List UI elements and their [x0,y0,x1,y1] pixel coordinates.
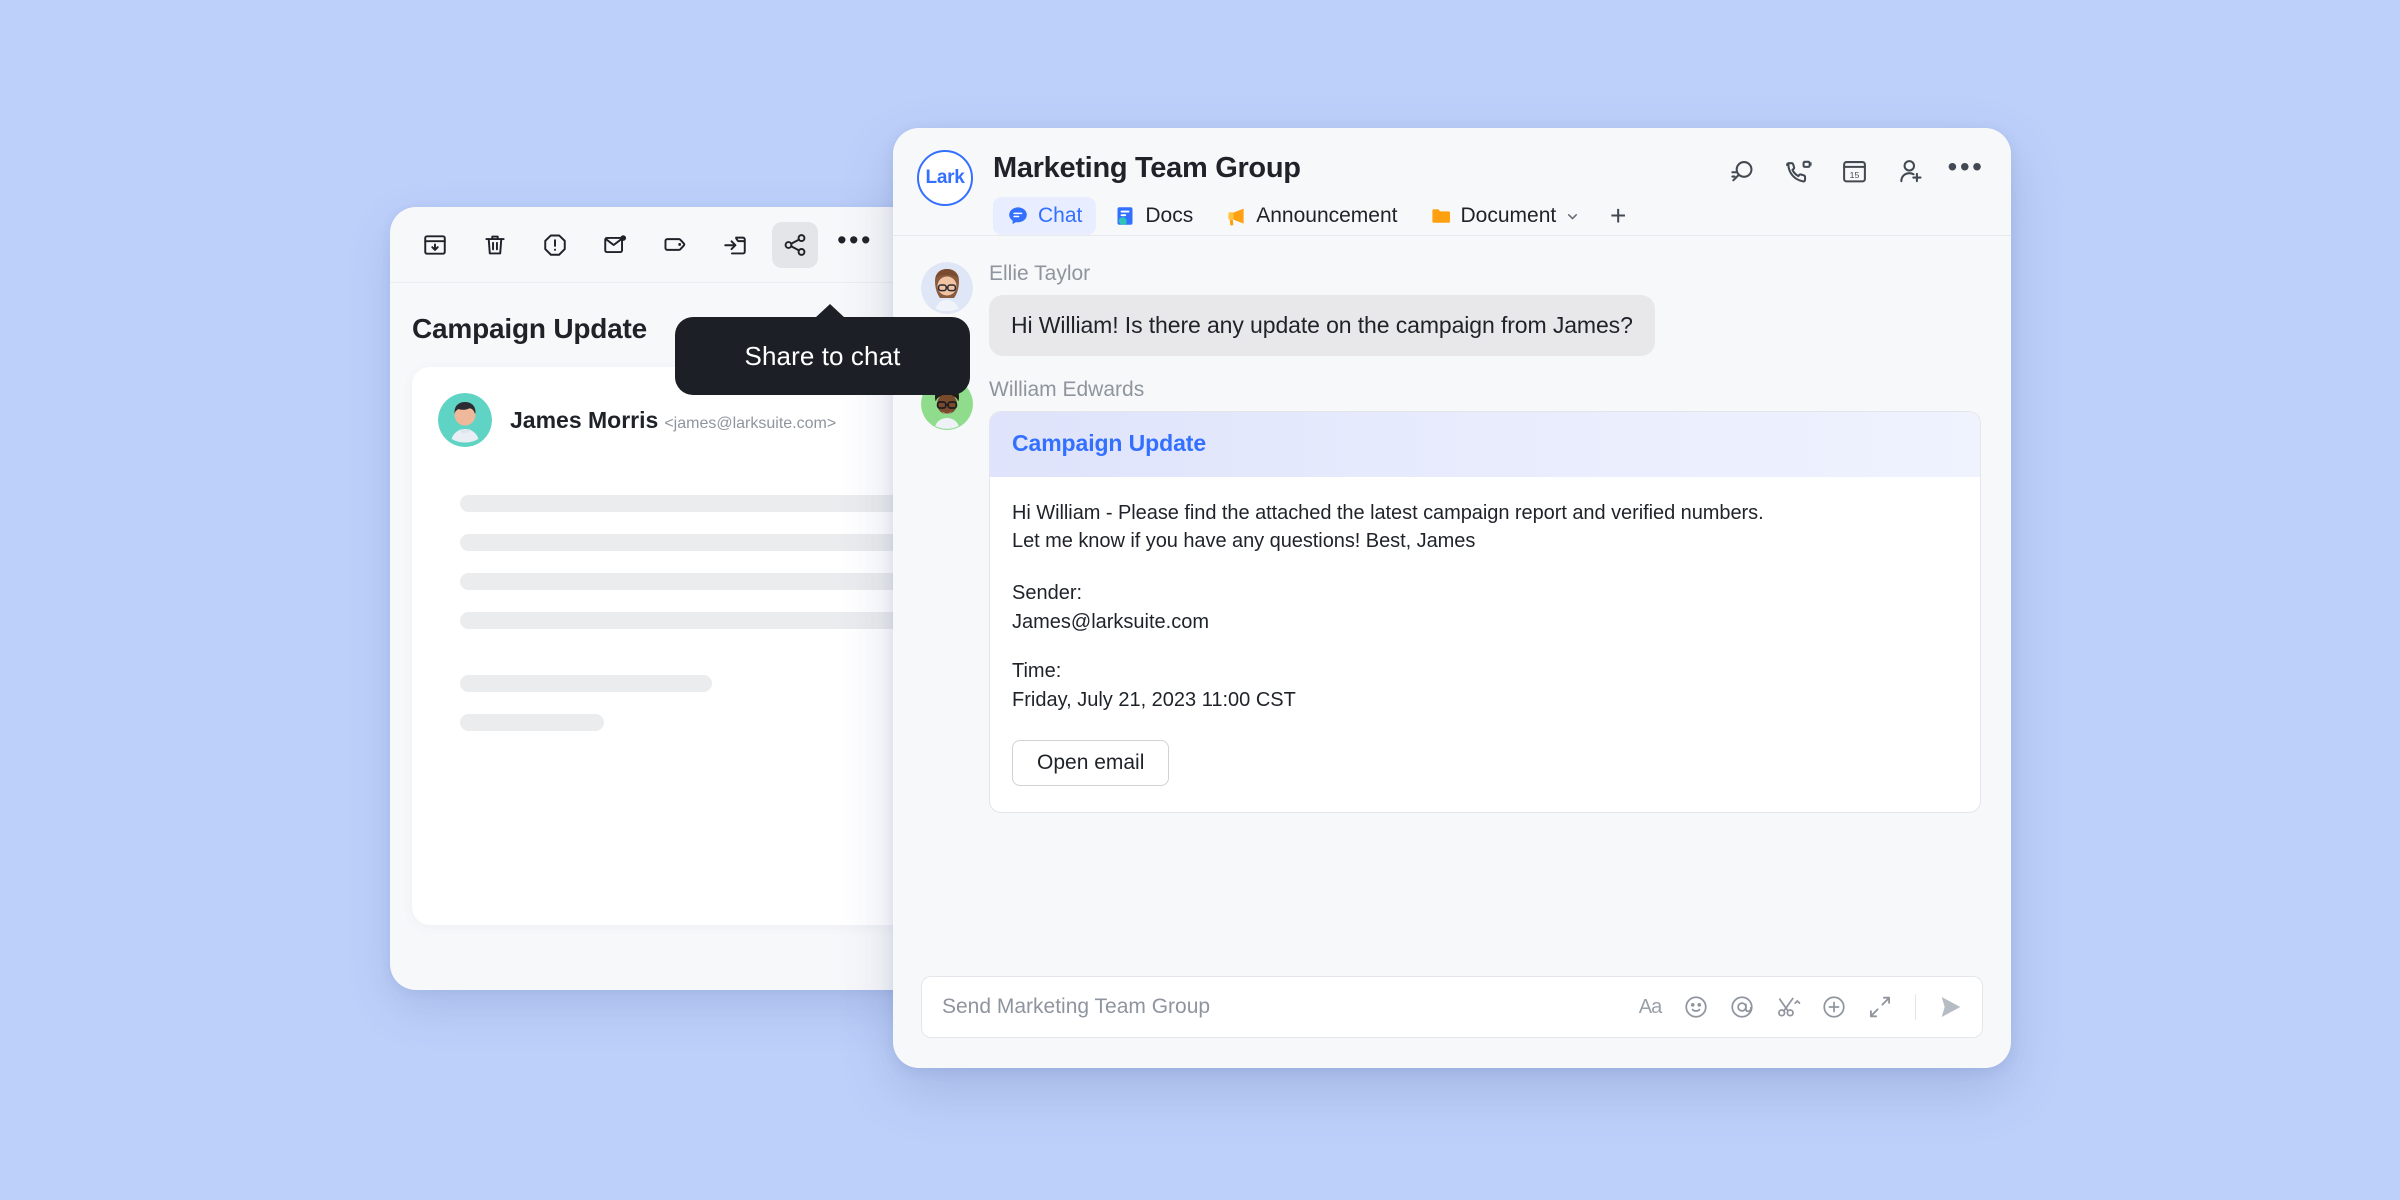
message-bubble: Hi William! Is there any update on the c… [989,295,1655,356]
composer-divider [1915,994,1916,1020]
report-spam-button[interactable] [532,222,578,268]
card-body-line-1: Hi William - Please find the attached th… [1012,502,1764,524]
move-to-folder-button[interactable] [712,222,758,268]
archive-button[interactable] [412,222,458,268]
ellie-avatar[interactable] [921,262,973,314]
add-member-icon[interactable] [1893,154,1927,188]
card-header: Campaign Update [990,412,1980,477]
message-input[interactable]: Send Marketing Team Group [942,995,1635,1019]
emoji-icon[interactable] [1681,992,1711,1022]
mention-icon[interactable] [1727,992,1757,1022]
email-attachment-card[interactable]: Campaign Update Hi William - Please find… [989,411,1981,813]
add-attachment-icon[interactable] [1819,992,1849,1022]
message-list: Ellie Taylor Hi William! Is there any up… [893,236,2011,958]
card-sender-value: James@larksuite.com [1012,610,1210,633]
folder-icon [1430,205,1452,227]
mark-unread-button[interactable] [592,222,638,268]
message-item: Ellie Taylor Hi William! Is there any up… [921,262,1981,356]
tab-docs[interactable]: Docs [1100,197,1207,235]
card-body: Hi William - Please find the attached th… [990,477,1980,812]
tooltip-label: Share to chat [744,340,901,371]
email-sender-name: James Morris [510,406,659,433]
video-call-icon[interactable] [1781,154,1815,188]
tab-label: Docs [1145,204,1194,227]
add-tab-button[interactable]: + [1598,198,1638,234]
chat-header: Lark Marketing Team Group Chat Docs Anno… [893,128,2011,236]
chat-window: Lark Marketing Team Group Chat Docs Anno… [893,128,2011,1068]
composer-tools: Aa [1635,992,1966,1022]
message-composer: Send Marketing Team Group Aa [893,958,2011,1068]
expand-icon[interactable] [1865,992,1895,1022]
calendar-icon[interactable]: 15 [1837,154,1871,188]
svg-text:15: 15 [1849,170,1859,180]
card-time-label: Time: [1012,659,1062,682]
card-body-line-2: Let me know if you have any questions! B… [1012,530,1476,553]
docs-icon [1114,205,1136,227]
search-icon[interactable] [1725,154,1759,188]
screenshot-icon[interactable] [1773,992,1803,1022]
chat-icon [1007,205,1029,227]
share-to-chat-tooltip: Share to chat [675,304,970,395]
tab-chat[interactable]: Chat [993,197,1097,235]
text-format-icon[interactable]: Aa [1635,992,1665,1022]
skeleton-line [460,675,712,692]
open-email-button[interactable]: Open email [1012,739,1170,786]
card-sender-label: Sender: [1012,581,1083,604]
chevron-down-icon [1565,209,1580,224]
skeleton-line [460,612,907,629]
message-sender: William Edwards [989,378,1145,401]
tab-label: Chat [1038,204,1083,227]
megaphone-icon [1225,205,1247,227]
send-icon[interactable] [1936,992,1966,1022]
card-title: Campaign Update [1012,430,1207,456]
email-more-button[interactable]: ••• [832,222,878,268]
message-sender: Ellie Taylor [989,262,1091,285]
tab-announcement[interactable]: Announcement [1211,197,1411,235]
more-icon[interactable]: ••• [1948,152,1983,188]
tab-label: Announcement [1256,204,1398,227]
share-to-chat-button[interactable] [772,221,818,268]
tab-document[interactable]: Document [1416,197,1595,235]
email-sender-address: <james@larksuite.com> [664,414,837,432]
james-avatar [438,393,492,447]
label-button[interactable] [652,222,698,268]
composer-box[interactable]: Send Marketing Team Group Aa [921,976,1983,1038]
tab-label: Document [1460,204,1557,227]
message-item: William Edwards Campaign Update Hi Willi… [921,378,1981,813]
lark-logo: Lark [917,150,973,206]
chat-tab-bar: Chat Docs Announcement Document + [993,197,1981,235]
delete-button[interactable] [472,222,518,268]
chat-header-actions: 15 ••• [1725,152,1983,188]
skeleton-line [460,714,604,731]
card-time-value: Friday, July 21, 2023 11:00 CST [1012,688,1296,711]
